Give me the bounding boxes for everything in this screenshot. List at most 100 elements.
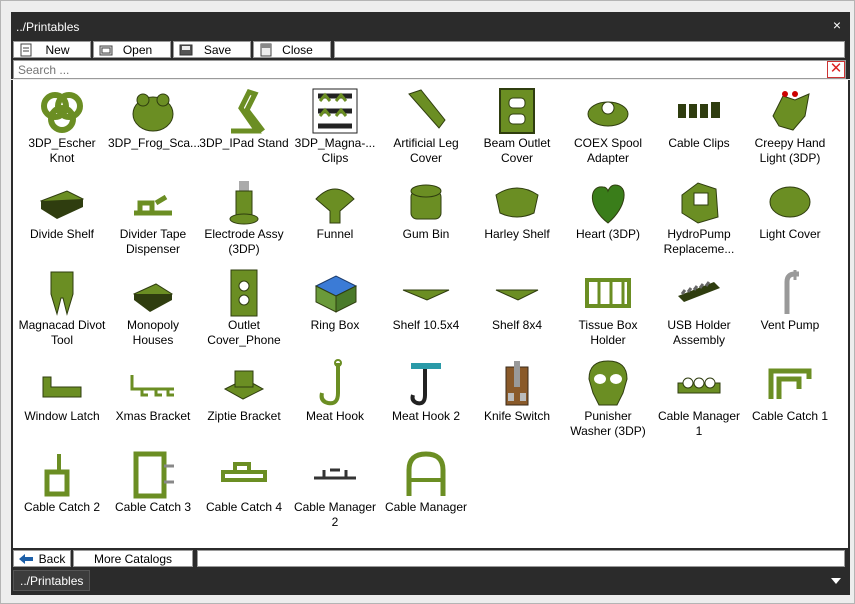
catalog-item[interactable]: Punisher Washer (3DP) bbox=[563, 355, 653, 443]
catalog-item-label: Divide Shelf bbox=[29, 227, 95, 241]
catalog-item-label: Window Latch bbox=[24, 409, 100, 423]
catalog-item[interactable]: Gum Bin bbox=[381, 173, 471, 261]
more-catalogs-button[interactable]: More Catalogs bbox=[73, 550, 193, 567]
catalog-item[interactable]: Cable Catch 3 bbox=[108, 446, 198, 534]
cable-manager1-icon bbox=[677, 377, 721, 394]
catalog-item-label: Electrode Assy (3DP) bbox=[204, 227, 284, 256]
catalog-item[interactable]: 3DP_Frog_Sca... bbox=[108, 82, 200, 170]
catalog-item[interactable]: Shelf 8x4 bbox=[472, 264, 562, 352]
creepy-hand-icon bbox=[772, 91, 810, 131]
catalog-item-label: COEX Spool Adapter bbox=[573, 136, 643, 165]
catalog-item-label: Magnacad Divot Tool bbox=[18, 318, 106, 347]
catalog-item[interactable]: Cable Catch 1 bbox=[745, 355, 835, 443]
catalog-item[interactable]: Beam Outlet Cover bbox=[472, 82, 562, 170]
breadcrumb[interactable]: ../Printables bbox=[13, 570, 91, 591]
toolbar-spacer bbox=[334, 41, 845, 58]
punisher-icon bbox=[588, 360, 628, 406]
catalog-item[interactable]: Outlet Cover_Phone bbox=[199, 264, 289, 352]
bottom-bar: Back More Catalogs bbox=[11, 548, 850, 568]
catalog-item-label: Cable Catch 2 bbox=[23, 500, 101, 514]
catalog-item[interactable]: Cable Clips bbox=[654, 82, 744, 170]
catalog-item-label: Beam Outlet Cover bbox=[483, 136, 551, 165]
spool-adapter-icon bbox=[587, 101, 629, 127]
catalog-item[interactable]: Divide Shelf bbox=[17, 173, 107, 261]
catalog-item-label: Divider Tape Dispenser bbox=[119, 227, 187, 256]
catalog-item-label: Heart (3DP) bbox=[575, 227, 640, 241]
catalog-item[interactable]: Monopoly Houses bbox=[108, 264, 198, 352]
shelf-10-icon bbox=[402, 289, 450, 301]
heart-icon bbox=[591, 184, 625, 224]
open-button[interactable]: Open bbox=[93, 41, 171, 58]
catalog-item-label: Artificial Leg Cover bbox=[393, 136, 459, 165]
catalog-item[interactable]: Light Cover bbox=[745, 173, 835, 261]
catalog-item[interactable]: Meat Hook 2 bbox=[381, 355, 471, 443]
shelf-8-icon bbox=[495, 289, 539, 301]
catalog-item[interactable]: Knife Switch bbox=[472, 355, 562, 443]
catalog-item[interactable]: Cable Manager 1 bbox=[654, 355, 744, 443]
catalog-item-label: Punisher Washer (3DP) bbox=[570, 409, 646, 438]
catalog-item[interactable]: Magnacad Divot Tool bbox=[17, 264, 107, 352]
back-button-label: Back bbox=[38, 551, 66, 566]
electrode-icon bbox=[229, 181, 259, 225]
search-input[interactable] bbox=[13, 60, 846, 79]
save-button[interactable]: Save bbox=[173, 41, 251, 58]
more-catalogs-label: More Catalogs bbox=[93, 551, 173, 566]
ring-box-icon bbox=[314, 275, 358, 313]
catalog-item[interactable]: HydroPump Replaceme... bbox=[654, 173, 744, 261]
catalog-item[interactable]: USB Holder Assembly bbox=[654, 264, 744, 352]
frog-icon bbox=[132, 93, 174, 132]
divot-tool-icon bbox=[50, 271, 74, 316]
catalog-item-label: USB Holder Assembly bbox=[667, 318, 731, 347]
catalog-item[interactable]: 3DP_Escher Knot bbox=[17, 82, 107, 170]
catalog-item[interactable]: Cable Catch 2 bbox=[17, 446, 107, 534]
search-row: ✕ bbox=[11, 59, 850, 79]
catalog-item[interactable]: 3DP_Magna-... Clips bbox=[290, 82, 380, 170]
clear-search-icon[interactable]: ✕ bbox=[827, 61, 845, 78]
cable-clips-icon bbox=[678, 102, 720, 118]
catalog-item[interactable]: Electrode Assy (3DP) bbox=[199, 173, 289, 261]
catalog-item[interactable]: Window Latch bbox=[17, 355, 107, 443]
chevron-down-icon[interactable] bbox=[831, 578, 841, 584]
catalog-item[interactable]: Vent Pump bbox=[745, 264, 835, 352]
catalog-item-label: Ring Box bbox=[310, 318, 360, 332]
catalog-item[interactable]: Ring Box bbox=[290, 264, 380, 352]
close-button[interactable]: Close bbox=[253, 41, 331, 58]
catalog-item[interactable]: Ziptie Bracket bbox=[199, 355, 289, 443]
magna-clips-icon bbox=[312, 88, 358, 134]
catalog-item[interactable]: Funnel bbox=[290, 173, 380, 261]
vent-pump-icon bbox=[784, 270, 799, 314]
catalog-item[interactable]: Creepy Hand Light (3DP) bbox=[745, 82, 835, 170]
catalog-item[interactable]: COEX Spool Adapter bbox=[563, 82, 653, 170]
back-button[interactable]: Back bbox=[13, 550, 71, 567]
catalog-item[interactable]: Cable Manager bbox=[381, 446, 471, 534]
harley-shelf-icon bbox=[495, 187, 539, 218]
catalog-item[interactable]: Tissue Box Holder bbox=[563, 264, 653, 352]
catalog-item-label: HydroPump Replaceme... bbox=[663, 227, 735, 256]
catalog-item-label: Knife Switch bbox=[483, 409, 551, 423]
catalog-item[interactable]: Heart (3DP) bbox=[563, 173, 653, 261]
catalog-item[interactable]: Harley Shelf bbox=[472, 173, 562, 261]
back-arrow-icon bbox=[19, 553, 33, 564]
catalog-item-label: Vent Pump bbox=[760, 318, 820, 332]
new-button[interactable]: New bbox=[13, 41, 91, 58]
tissue-box-icon bbox=[585, 278, 631, 308]
catalog-item[interactable]: Cable Manager 2 bbox=[290, 446, 380, 534]
catalog-item-label: Gum Bin bbox=[402, 227, 450, 241]
window-title: ../Printables bbox=[16, 20, 80, 34]
catalog-item-label: Xmas Bracket bbox=[115, 409, 191, 423]
catalog-item[interactable]: Cable Catch 4 bbox=[199, 446, 289, 534]
catalog-item-label: Creepy Hand Light (3DP) bbox=[754, 136, 826, 165]
catalog-item[interactable]: Xmas Bracket bbox=[108, 355, 198, 443]
catalog-item-label: Harley Shelf bbox=[484, 227, 550, 241]
catalog-item[interactable]: Divider Tape Dispenser bbox=[108, 173, 198, 261]
escher-knot-icon bbox=[41, 92, 83, 133]
catalog-item[interactable]: Meat Hook bbox=[290, 355, 380, 443]
catalog-item-label: Ziptie Bracket bbox=[207, 409, 281, 423]
close-icon[interactable]: × bbox=[830, 18, 844, 32]
hydropump-icon bbox=[681, 182, 719, 224]
close-doc-icon bbox=[260, 43, 272, 56]
funnel-icon bbox=[315, 188, 355, 224]
catalog-item[interactable]: Artificial Leg Cover bbox=[381, 82, 471, 170]
catalog-item[interactable]: Shelf 10.5x4 bbox=[381, 264, 471, 352]
catalog-item[interactable]: 3DP_IPad Stand bbox=[199, 82, 289, 170]
